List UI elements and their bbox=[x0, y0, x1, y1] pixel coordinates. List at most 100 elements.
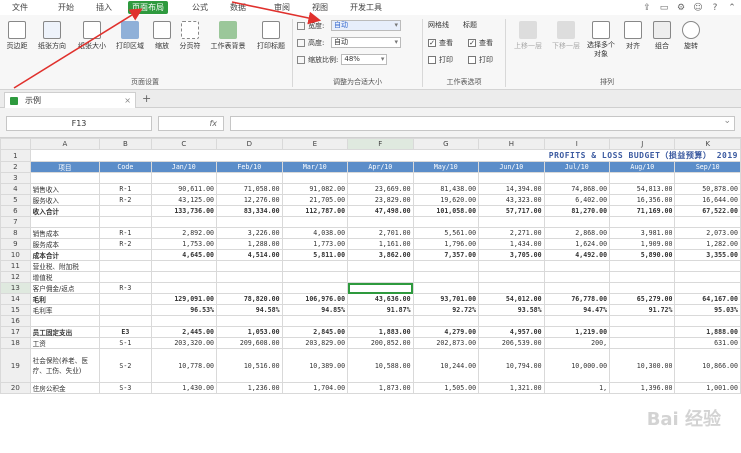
scale-percent-spinner[interactable]: 48% bbox=[341, 54, 388, 65]
table-cell[interactable] bbox=[216, 260, 283, 272]
table-cell[interactable]: 1,161.00 bbox=[347, 238, 414, 250]
table-cell[interactable]: 3,226.00 bbox=[216, 227, 283, 239]
table-cell[interactable]: 7,357.00 bbox=[412, 249, 480, 261]
table-cell[interactable]: 23,829.00 bbox=[347, 194, 414, 206]
header-cell[interactable]: Jul/10 bbox=[543, 161, 611, 173]
table-cell[interactable] bbox=[609, 282, 676, 294]
table-cell[interactable]: 1,001.00 bbox=[674, 382, 741, 394]
table-cell[interactable] bbox=[347, 271, 414, 283]
table-cell[interactable] bbox=[29, 216, 101, 228]
table-cell[interactable] bbox=[150, 216, 218, 228]
table-cell[interactable]: 1,883.00 bbox=[347, 326, 414, 338]
column-header[interactable]: D bbox=[216, 138, 283, 150]
print-area-button[interactable]: 打印区域 bbox=[111, 21, 149, 51]
table-cell[interactable]: 71,058.00 bbox=[216, 183, 283, 195]
table-cell[interactable]: 203,320.00 bbox=[150, 337, 218, 349]
menu-tab-3[interactable]: 页面布局 bbox=[128, 1, 168, 14]
document-tab[interactable]: 示例 × bbox=[4, 92, 136, 108]
table-cell[interactable]: 54,012.00 bbox=[478, 293, 545, 305]
headings-view-checkbox[interactable]: ✓ bbox=[468, 39, 476, 47]
row-header[interactable]: 4 bbox=[0, 183, 31, 195]
table-cell[interactable]: 营业税、附加税 bbox=[29, 260, 101, 272]
table-cell[interactable]: 3,981.00 bbox=[609, 227, 676, 239]
table-cell[interactable]: 21,705.00 bbox=[281, 194, 349, 206]
row-header[interactable]: 18 bbox=[0, 337, 31, 349]
row-header[interactable]: 2 bbox=[0, 161, 31, 173]
table-cell[interactable] bbox=[99, 216, 152, 228]
table-cell[interactable] bbox=[412, 216, 480, 228]
table-cell[interactable] bbox=[412, 315, 480, 327]
row-header[interactable]: 6 bbox=[0, 205, 31, 217]
table-cell[interactable]: 1,873.00 bbox=[347, 382, 414, 394]
table-cell[interactable]: 1,430.00 bbox=[150, 382, 218, 394]
table-cell[interactable] bbox=[674, 172, 741, 184]
table-cell[interactable]: S-1 bbox=[99, 337, 152, 349]
table-cell[interactable] bbox=[281, 282, 349, 294]
table-cell[interactable]: 200,852.00 bbox=[347, 337, 414, 349]
table-cell[interactable]: 1,053.00 bbox=[216, 326, 283, 338]
share-icon[interactable]: ⇪ bbox=[642, 3, 652, 13]
column-header[interactable]: E bbox=[281, 138, 349, 150]
table-cell[interactable]: 5,890.00 bbox=[609, 249, 676, 261]
header-cell[interactable]: Jan/10 bbox=[150, 161, 218, 173]
table-cell[interactable] bbox=[99, 315, 152, 327]
table-cell[interactable]: 4,492.00 bbox=[543, 249, 611, 261]
row-header[interactable]: 19 bbox=[0, 348, 31, 383]
table-cell[interactable]: 销售收入 bbox=[29, 183, 101, 195]
table-cell[interactable]: 16,356.00 bbox=[609, 194, 676, 206]
gridlines-print-checkbox[interactable] bbox=[428, 56, 436, 64]
row-header[interactable]: 10 bbox=[0, 249, 31, 261]
table-cell[interactable]: 1,624.00 bbox=[543, 238, 611, 250]
header-cell[interactable]: May/10 bbox=[412, 161, 480, 173]
table-cell[interactable]: 50,878.00 bbox=[674, 183, 741, 195]
table-cell[interactable] bbox=[478, 260, 545, 272]
table-cell[interactable]: 93.58% bbox=[478, 304, 545, 316]
header-cell[interactable]: Mar/10 bbox=[281, 161, 349, 173]
table-cell[interactable] bbox=[150, 172, 218, 184]
table-cell[interactable]: 4,514.00 bbox=[216, 249, 283, 261]
table-cell[interactable] bbox=[150, 271, 218, 283]
table-cell[interactable]: 10,244.00 bbox=[412, 348, 480, 383]
row-header[interactable]: 3 bbox=[0, 172, 31, 184]
table-cell[interactable]: 1,282.00 bbox=[674, 238, 741, 250]
table-cell[interactable] bbox=[281, 271, 349, 283]
table-cell[interactable] bbox=[347, 216, 414, 228]
table-cell[interactable]: R-2 bbox=[99, 238, 152, 250]
table-cell[interactable] bbox=[150, 260, 218, 272]
table-cell[interactable] bbox=[543, 315, 611, 327]
header-cell[interactable]: 项目 bbox=[29, 161, 101, 173]
table-cell[interactable] bbox=[281, 216, 349, 228]
table-cell[interactable]: 54,813.00 bbox=[609, 183, 676, 195]
new-tab-button[interactable]: + bbox=[142, 92, 151, 105]
table-cell[interactable] bbox=[412, 282, 480, 294]
table-cell[interactable] bbox=[543, 282, 611, 294]
table-cell[interactable]: 631.00 bbox=[674, 337, 741, 349]
margins-button[interactable]: 页边距 bbox=[4, 21, 30, 51]
table-cell[interactable]: 202,873.00 bbox=[412, 337, 480, 349]
table-cell[interactable]: 65,279.00 bbox=[609, 293, 676, 305]
table-cell[interactable] bbox=[99, 260, 152, 272]
table-cell[interactable]: 服务成本 bbox=[29, 238, 101, 250]
table-cell[interactable]: 6,402.00 bbox=[543, 194, 611, 206]
table-cell[interactable] bbox=[478, 271, 545, 283]
table-cell[interactable]: 94.47% bbox=[543, 304, 611, 316]
table-cell[interactable]: 83,334.00 bbox=[216, 205, 283, 217]
row-header[interactable]: 16 bbox=[0, 315, 31, 327]
row-header[interactable]: 11 bbox=[0, 260, 31, 272]
table-cell[interactable]: 销售成本 bbox=[29, 227, 101, 239]
row-header[interactable]: 12 bbox=[0, 271, 31, 283]
table-cell[interactable] bbox=[478, 282, 545, 294]
table-cell[interactable]: 4,645.00 bbox=[150, 249, 218, 261]
table-cell[interactable]: 1,434.00 bbox=[478, 238, 545, 250]
background-button[interactable]: 工作表背景 bbox=[206, 21, 250, 51]
table-cell[interactable]: 1,753.00 bbox=[150, 238, 218, 250]
table-cell[interactable]: 员工固定支出 bbox=[29, 326, 101, 338]
table-cell[interactable]: 91.87% bbox=[347, 304, 414, 316]
table-cell[interactable]: 78,820.00 bbox=[216, 293, 283, 305]
table-cell[interactable]: 1,219.00 bbox=[543, 326, 611, 338]
header-cell[interactable]: Feb/10 bbox=[216, 161, 283, 173]
table-cell[interactable]: R-1 bbox=[99, 183, 152, 195]
table-cell[interactable] bbox=[99, 293, 152, 305]
table-cell[interactable]: 4,957.00 bbox=[478, 326, 545, 338]
table-cell[interactable]: 10,516.00 bbox=[216, 348, 283, 383]
